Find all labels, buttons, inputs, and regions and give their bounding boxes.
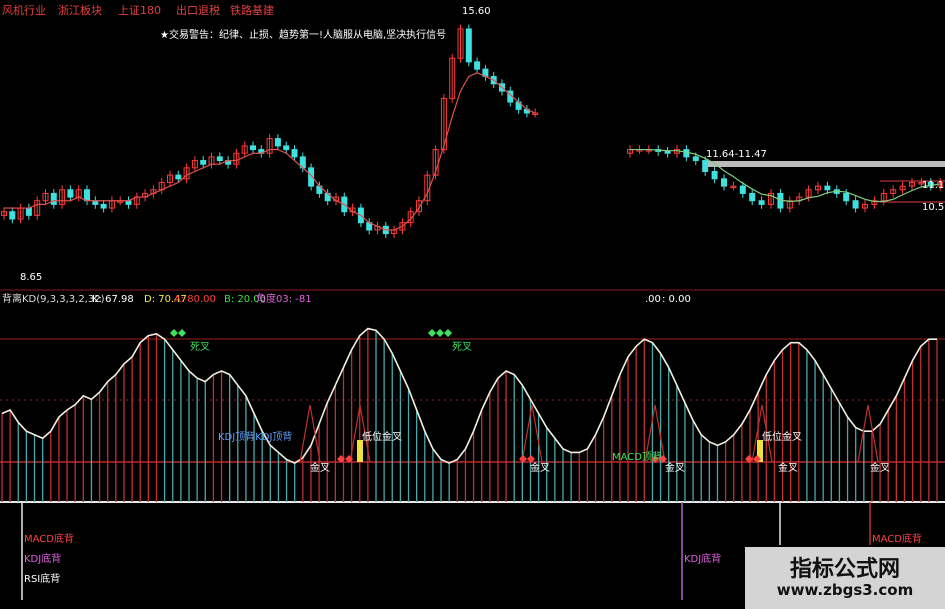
- candle-right-body: [692, 156, 699, 162]
- candle-body: [50, 192, 57, 205]
- candle-body: [9, 211, 16, 220]
- gold-cross-label-5: 金叉: [870, 461, 890, 474]
- candle-body: [283, 145, 290, 151]
- candle-body: [67, 189, 74, 198]
- watermark-box: 指标公式网 www.zbgs3.com: [745, 547, 945, 609]
- top-markers: [170, 329, 452, 337]
- candle-body: [175, 174, 182, 180]
- rsi-bottom-label: RSI底背: [24, 572, 60, 585]
- candle-body: [250, 145, 256, 151]
- top-cross-label-1: 死叉: [190, 341, 210, 353]
- candle-right-body: [739, 185, 746, 194]
- macd-bottom-label-1: MACD底背: [24, 532, 74, 545]
- candle-body: [474, 61, 481, 70]
- low-gold-label-1: 低位金叉: [362, 430, 402, 443]
- candle-body: [84, 189, 90, 202]
- indicator-k: K: 67.98: [92, 294, 134, 305]
- candle-body: [274, 138, 281, 147]
- gold-cross-label-2: 金叉: [530, 461, 550, 474]
- candle-body: [25, 207, 32, 216]
- indicator-name: 背离KD(9,3,3,3,2,32): [2, 292, 105, 305]
- top-cross-label-2: 死叉: [452, 341, 472, 353]
- candlesticks: [1, 24, 944, 239]
- sector-tab-1[interactable]: 风机行业: [2, 3, 46, 17]
- indicator-readout-2: : 0.00: [662, 294, 691, 305]
- gold-cross-label-4: 金叉: [778, 461, 798, 474]
- indicator-angle: 角度03: -81: [256, 292, 312, 305]
- candle-right-body: [824, 185, 831, 191]
- candle-right-body: [749, 192, 756, 202]
- price-right-low: 10.5: [922, 202, 944, 213]
- kd-histogram: [1, 328, 938, 502]
- low-gold-label-2: 低位金叉: [762, 430, 802, 443]
- candle-right-body: [721, 178, 727, 187]
- macd-top-label: MACD顶背: [612, 450, 662, 463]
- sector-tab-4[interactable]: 出口退税: [176, 3, 220, 17]
- sector-tab-5[interactable]: 铁路基建: [230, 3, 274, 17]
- candle-body: [465, 28, 472, 63]
- kdj-bottom-label-2: KDJ底背: [684, 552, 721, 565]
- candle-body: [200, 160, 207, 165]
- candle-body: [291, 149, 298, 158]
- sector-tab-3[interactable]: 上证180: [118, 4, 161, 17]
- indicator-a: A: 80.00: [174, 294, 216, 305]
- gold-cross-label-3: 金叉: [665, 461, 685, 474]
- price-right-high: 11.1: [922, 180, 944, 191]
- candle-right-body: [852, 200, 859, 209]
- kdj-top-label: KDJ顶背KDJ顶背: [218, 430, 292, 443]
- watermark-title: 指标公式网: [789, 557, 900, 582]
- watermark-url: www.zbgs3.com: [776, 581, 914, 599]
- kdj-bottom-label-1: KDJ底背: [24, 552, 61, 565]
- low-gold-marker-1: [357, 440, 363, 462]
- candle-right-body: [843, 192, 850, 202]
- sector-tab-2[interactable]: 浙江板块: [58, 3, 102, 17]
- price-range-label: 11.64-11.47: [706, 149, 767, 160]
- trade-warning: ★交易警告：纪律、止损、趋势第一!人脑服从电脑,坚决执行信号: [160, 28, 446, 41]
- candle-right-body: [683, 149, 690, 158]
- candle-right-body: [758, 200, 765, 205]
- gold-cross-label-1: 金叉: [310, 461, 330, 474]
- macd-bottom-label-2: MACD底背: [872, 532, 922, 545]
- indicator-readout: .00: [645, 294, 661, 305]
- stock-chart: 风机行业 浙江板块 上证180 出口退税 铁路基建 ★交易警告：纪律、止损、趋势…: [0, 3, 945, 600]
- moving-average: [4, 72, 941, 231]
- price-low-label: 8.65: [20, 272, 42, 283]
- candle-right-body: [664, 150, 671, 154]
- price-high-label: 15.60: [462, 6, 491, 17]
- candle-right-body: [711, 170, 718, 180]
- candle-right-body: [702, 160, 709, 172]
- candle-body: [100, 203, 107, 209]
- candle-body: [216, 156, 223, 162]
